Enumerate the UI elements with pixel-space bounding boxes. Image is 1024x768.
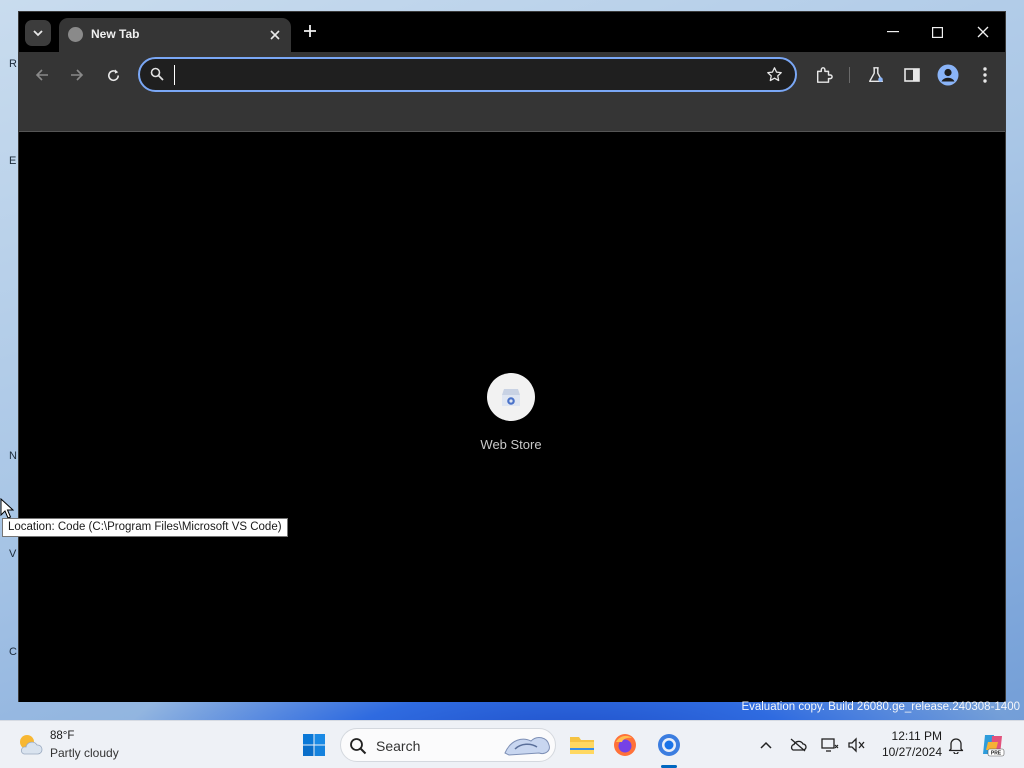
tab-search-button[interactable] [25, 20, 51, 46]
chevron-up-icon [760, 741, 772, 749]
weather-widget[interactable]: 88°F Partly cloudy [16, 728, 146, 762]
bookmarks-bar [19, 97, 1005, 132]
close-window-button[interactable] [961, 18, 1005, 46]
arrow-left-icon [35, 69, 48, 81]
side-panel-button[interactable] [901, 64, 923, 86]
shortcut-tile[interactable]: Web Store [471, 373, 551, 452]
taskbar-chrome[interactable] [653, 729, 685, 761]
svg-text:PRE: PRE [991, 751, 1002, 757]
shortcut-icon-circle [487, 373, 535, 421]
tooltip: Location: Code (C:\Program Files\Microso… [2, 518, 288, 537]
reload-icon [107, 68, 119, 81]
more-vertical-icon [983, 67, 987, 83]
evaluation-watermark: Evaluation copy. Build 26080.ge_release.… [741, 701, 1020, 713]
title-bar[interactable]: New Tab [19, 12, 1005, 52]
reload-button[interactable] [102, 64, 124, 86]
windows-logo-icon [303, 734, 325, 756]
search-icon [150, 67, 164, 81]
taskbar-file-explorer[interactable] [566, 729, 598, 761]
network-icon [821, 738, 839, 752]
mouse-cursor-icon [0, 498, 14, 519]
arrow-right-icon [71, 69, 84, 81]
new-tab-button[interactable] [299, 22, 321, 44]
tray-volume[interactable] [846, 735, 866, 755]
clock-date: 10/27/2024 [881, 745, 942, 759]
forward-button[interactable] [66, 64, 88, 86]
tab-title: New Tab [91, 27, 140, 41]
minimize-button[interactable] [871, 18, 915, 46]
toolbar-divider [849, 67, 850, 83]
avatar-icon [937, 64, 959, 86]
new-tab-page: Web Store [19, 133, 1005, 702]
side-panel-icon [904, 68, 920, 82]
start-button[interactable] [298, 729, 330, 761]
chevron-down-icon [33, 29, 43, 36]
chrome-labs-button[interactable] [865, 64, 887, 86]
firefox-icon [614, 734, 636, 756]
taskbar-clock[interactable]: 12:11 PM 10/27/2024 [872, 728, 942, 760]
taskbar-search-label: Search [376, 738, 421, 754]
close-icon [977, 26, 989, 38]
shortcut-label: Web Store [480, 437, 542, 452]
browser-window: New Tab Web Store [18, 11, 1006, 702]
profile-button[interactable] [937, 64, 959, 86]
maximize-icon [931, 26, 943, 38]
browser-menu-button[interactable] [974, 64, 996, 86]
puzzle-icon [816, 67, 833, 83]
tab-new-tab[interactable]: New Tab [59, 18, 291, 52]
notifications-button[interactable] [946, 735, 966, 755]
show-hidden-icons-button[interactable] [756, 735, 776, 755]
minimize-icon [887, 31, 899, 33]
browser-toolbar [19, 52, 1005, 97]
copilot-button[interactable]: PRE [977, 729, 1009, 761]
weather-description: Partly cloudy [50, 746, 119, 760]
close-icon [270, 30, 280, 40]
address-bar[interactable] [138, 57, 797, 92]
weather-temperature: 88°F [50, 730, 75, 742]
taskbar: 88°F Partly cloudy Search 12:11 PM 10/27… [0, 720, 1024, 768]
back-button[interactable] [31, 64, 53, 86]
chrome-icon [658, 734, 680, 756]
extensions-button[interactable] [813, 64, 835, 86]
web-store-icon [502, 389, 520, 406]
copilot-icon: PRE [983, 735, 1005, 757]
search-icon [350, 738, 367, 755]
plus-icon [304, 25, 316, 37]
volume-muted-icon [848, 737, 865, 753]
bell-icon [948, 738, 964, 754]
folder-icon [570, 737, 594, 754]
flask-icon [868, 67, 884, 83]
star-icon[interactable] [766, 66, 783, 83]
taskbar-search-box[interactable]: Search [340, 728, 556, 762]
cloud-offline-icon [790, 738, 807, 752]
taskbar-firefox[interactable] [609, 729, 641, 761]
tray-onedrive[interactable] [788, 735, 808, 755]
partly-cloudy-icon [20, 735, 43, 755]
address-input[interactable] [174, 65, 754, 85]
search-highlight-art-icon [504, 737, 550, 756]
tray-network[interactable] [820, 735, 840, 755]
clock-time: 12:11 PM [891, 729, 942, 743]
maximize-button[interactable] [915, 18, 959, 46]
tab-close-button[interactable] [265, 25, 285, 45]
globe-icon [68, 27, 83, 42]
